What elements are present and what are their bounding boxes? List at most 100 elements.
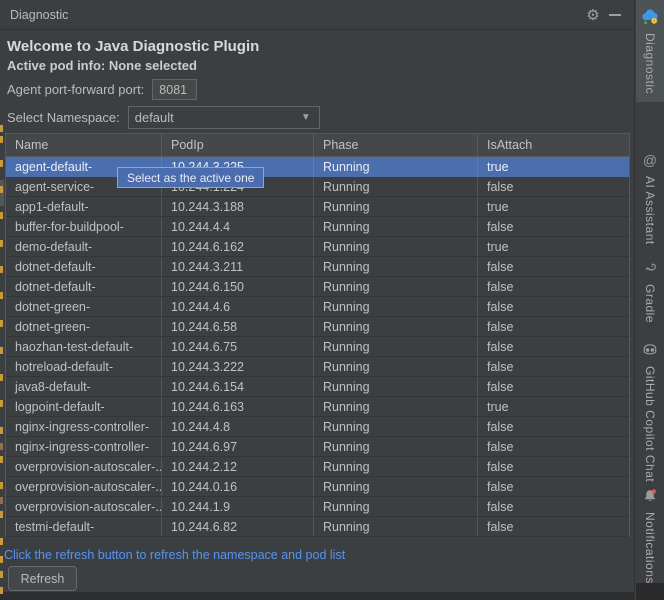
cell-name: dotnet-default- (6, 277, 162, 296)
stripe-tab-gradle[interactable]: Gradle (636, 258, 664, 323)
edge-change-marker (0, 456, 3, 463)
port-input[interactable] (152, 79, 197, 100)
edge-change-marker (0, 556, 3, 563)
cell-podip: 10.244.4.6 (162, 297, 314, 316)
tool-window-titlebar: Diagnostic ⚙ (0, 0, 634, 30)
table-row[interactable]: agent-service-10.244.1.224Runningfalse (6, 177, 629, 197)
cell-isattach: false (478, 457, 629, 476)
edge-change-marker (0, 497, 3, 504)
edge-change-marker (0, 571, 3, 578)
refresh-button[interactable]: Refresh (8, 566, 77, 591)
namespace-label: Select Namespace: (7, 110, 120, 125)
table-row[interactable]: overprovision-autoscaler-...10.244.0.16R… (6, 477, 629, 497)
cell-isattach: true (478, 397, 629, 416)
minimize-icon[interactable] (604, 4, 626, 26)
bottom-strip (0, 592, 634, 600)
cell-phase: Running (314, 417, 478, 436)
cell-isattach: false (478, 217, 629, 236)
cell-phase: Running (314, 277, 478, 296)
edge-change-marker (0, 320, 3, 327)
pod-table: Name PodIp Phase IsAttach agent-default-… (5, 133, 630, 537)
settings-gear-icon[interactable]: ⚙ (582, 4, 604, 26)
cell-podip: 10.244.6.163 (162, 397, 314, 416)
welcome-heading: Welcome to Java Diagnostic Plugin (7, 38, 634, 55)
at-icon: @ (640, 150, 660, 170)
namespace-dropdown[interactable]: default ▼ (128, 106, 320, 129)
table-row[interactable]: dotnet-default-10.244.3.211Runningfalse (6, 257, 629, 277)
edge-change-marker (0, 482, 3, 489)
cell-isattach: false (478, 497, 629, 516)
stripe-tab-ai-assistant[interactable]: @ AI Assistant (636, 150, 664, 245)
cell-phase: Running (314, 237, 478, 256)
table-row[interactable]: nginx-ingress-controller-10.244.6.97Runn… (6, 437, 629, 457)
cell-podip: 10.244.6.150 (162, 277, 314, 296)
edge-change-marker (0, 292, 3, 299)
cell-phase: Running (314, 337, 478, 356)
cell-name: java8-default- (6, 377, 162, 396)
stripe-tab-label: GitHub Copilot Chat (643, 366, 657, 482)
cell-phase: Running (314, 217, 478, 236)
table-row[interactable]: testmi-default-10.244.6.82Runningfalse (6, 517, 629, 537)
cell-isattach: false (478, 277, 629, 296)
table-row[interactable]: java8-default-10.244.6.154Runningfalse (6, 377, 629, 397)
stripe-tab-label: AI Assistant (643, 176, 657, 245)
cell-name: dotnet-default- (6, 257, 162, 276)
edge-change-marker (0, 347, 3, 354)
cell-phase: Running (314, 177, 478, 196)
cell-podip: 10.244.1.9 (162, 497, 314, 516)
table-row[interactable]: logpoint-default-10.244.6.163Runningtrue (6, 397, 629, 417)
copilot-icon (640, 340, 660, 360)
cell-name: dotnet-green- (6, 317, 162, 336)
cell-phase: Running (314, 157, 478, 176)
stripe-tab-diagnostic[interactable]: Diagnostic (636, 0, 664, 102)
cell-podip: 10.244.4.4 (162, 217, 314, 236)
table-row[interactable]: haozhan-test-default-10.244.6.75Runningf… (6, 337, 629, 357)
cell-name: demo-default- (6, 237, 162, 256)
edge-change-marker (0, 587, 3, 594)
cell-isattach: false (478, 317, 629, 336)
table-row[interactable]: dotnet-default-10.244.6.150Runningfalse (6, 277, 629, 297)
active-pod-info: Active pod info: None selected (7, 58, 634, 73)
stripe-tab-github-copilot-chat[interactable]: GitHub Copilot Chat (636, 340, 664, 482)
table-row[interactable]: app1-default-10.244.3.188Runningtrue (6, 197, 629, 217)
cell-podip: 10.244.3.211 (162, 257, 314, 276)
chevron-down-icon: ▼ (301, 112, 311, 123)
cell-phase: Running (314, 517, 478, 536)
namespace-selected-value: default (135, 110, 174, 125)
table-row[interactable]: agent-default-10.244.3.225Runningtrue (6, 157, 629, 177)
table-row[interactable]: overprovision-autoscaler-...10.244.1.9Ru… (6, 497, 629, 517)
cell-isattach: false (478, 477, 629, 496)
pod-table-body: agent-default-10.244.3.225Runningtrueage… (6, 157, 629, 537)
table-row[interactable]: dotnet-green-10.244.6.58Runningfalse (6, 317, 629, 337)
diagnostic-tool-window: Diagnostic ⚙ Welcome to Java Diagnostic … (0, 0, 634, 600)
table-row[interactable]: nginx-ingress-controller-10.244.4.8Runni… (6, 417, 629, 437)
cell-isattach: false (478, 177, 629, 196)
cell-podip: 10.244.6.154 (162, 377, 314, 396)
column-header-phase[interactable]: Phase (314, 134, 478, 156)
cell-name: haozhan-test-default- (6, 337, 162, 356)
cell-isattach: true (478, 197, 629, 216)
table-row[interactable]: buffer-for-buildpool-10.244.4.4Runningfa… (6, 217, 629, 237)
table-row[interactable]: demo-default-10.244.6.162Runningtrue (6, 237, 629, 257)
column-header-name[interactable]: Name (6, 134, 162, 156)
tooltip: Select as the active one (117, 167, 264, 188)
cell-name: nginx-ingress-controller- (6, 437, 162, 456)
cell-phase: Running (314, 317, 478, 336)
cell-phase: Running (314, 297, 478, 316)
column-header-isattach[interactable]: IsAttach (478, 134, 629, 156)
cell-isattach: true (478, 157, 629, 176)
refresh-hint-text: Click the refresh button to refresh the … (4, 548, 345, 562)
edge-change-marker (0, 443, 3, 450)
edge-change-marker (0, 186, 3, 193)
column-header-podip[interactable]: PodIp (162, 134, 314, 156)
cell-name: overprovision-autoscaler-... (6, 457, 162, 476)
stripe-tab-notifications[interactable]: Notifications (636, 486, 664, 584)
table-row[interactable]: hotreload-default-10.244.3.222Runningfal… (6, 357, 629, 377)
cell-phase: Running (314, 497, 478, 516)
cell-isattach: false (478, 377, 629, 396)
edge-change-marker (0, 160, 3, 167)
cell-podip: 10.244.6.58 (162, 317, 314, 336)
cell-name: dotnet-green- (6, 297, 162, 316)
table-row[interactable]: overprovision-autoscaler-...10.244.2.12R… (6, 457, 629, 477)
table-row[interactable]: dotnet-green-10.244.4.6Runningfalse (6, 297, 629, 317)
